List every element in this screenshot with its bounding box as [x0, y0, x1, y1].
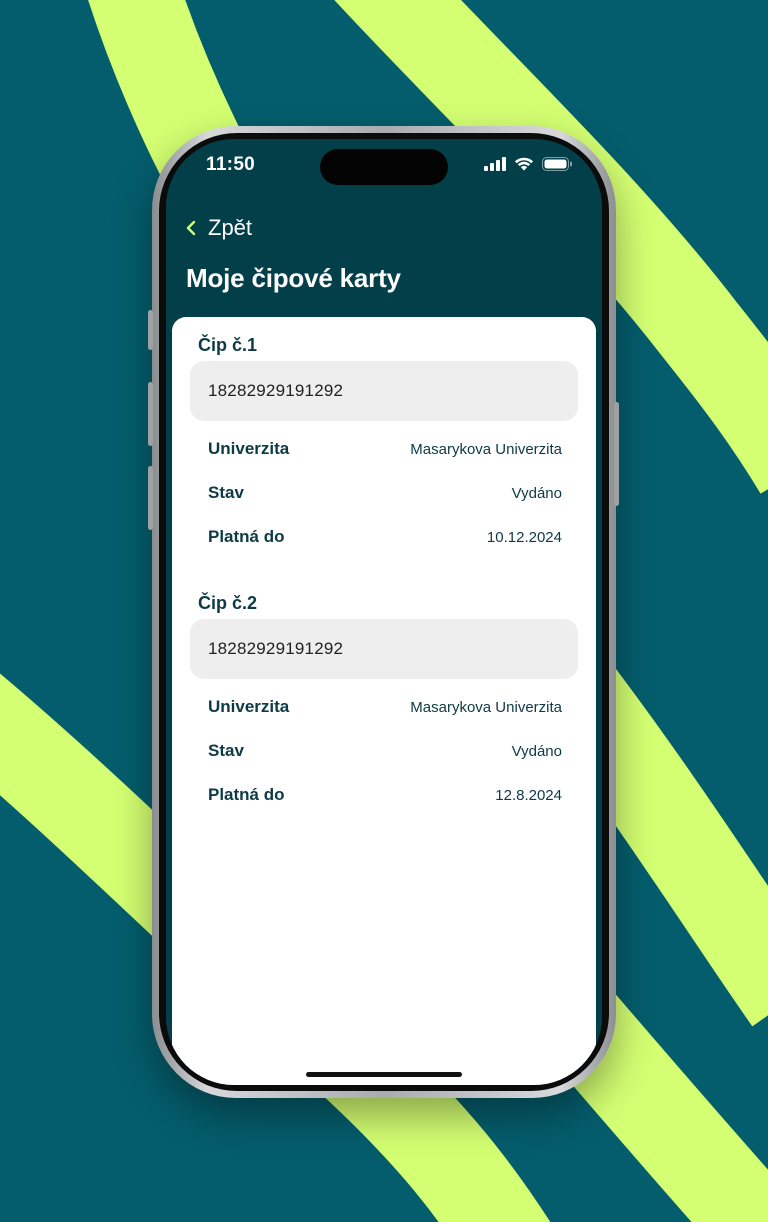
valid-until-value: 10.12.2024 [486, 528, 562, 546]
chip-1-university-row: Univerzita Masarykova Univerzita [208, 437, 562, 461]
chip-2-valid-until-row: Platná do 12.8.2024 [208, 783, 562, 807]
phone-volume-down-button [148, 466, 153, 530]
status-label: Stav [208, 483, 244, 502]
chip-2-heading: Čip č.2 [198, 593, 258, 613]
status-label: Stav [208, 741, 244, 760]
chip-2-status-row: Stav Vydáno [208, 739, 562, 763]
status-bar: 11:50 [166, 139, 602, 191]
dynamic-island [320, 149, 448, 185]
phone-screen: 11:50 Zpět Moje čipové karty Čip č.1 182… [166, 139, 602, 1085]
university-value: Masarykova Univerzita [410, 440, 562, 458]
university-label: Univerzita [208, 697, 290, 716]
university-value: Masarykova Univerzita [410, 698, 562, 716]
page-title: Moje čipové karty [186, 263, 401, 293]
chip-1-status-row: Stav Vydáno [208, 481, 562, 505]
home-indicator[interactable] [306, 1072, 462, 1077]
back-button[interactable]: Zpět [184, 215, 252, 241]
valid-until-label: Platná do [208, 527, 285, 546]
valid-until-value: 12.8.2024 [495, 786, 562, 804]
content-sheet: Čip č.1 18282929191292 Univerzita Masary… [172, 317, 596, 1085]
phone-power-button [614, 402, 619, 506]
back-label: Zpět [208, 215, 253, 240]
status-time: 11:50 [206, 154, 256, 175]
chevron-left-icon [186, 220, 196, 236]
chip-1-valid-until-row: Platná do 10.12.2024 [208, 525, 562, 549]
status-value: Vydáno [511, 484, 562, 502]
phone-action-button [148, 310, 153, 350]
status-value: Vydáno [511, 742, 562, 760]
phone-volume-up-button [148, 382, 153, 446]
cellular-signal-icon [484, 157, 506, 171]
valid-until-label: Platná do [208, 785, 285, 804]
chip-2-number-field[interactable]: 18282929191292 [190, 619, 578, 679]
chip-1-number-field[interactable]: 18282929191292 [190, 361, 578, 421]
chip-1-heading: Čip č.1 [198, 335, 258, 355]
battery-icon [542, 157, 572, 171]
status-icons [484, 156, 572, 172]
university-label: Univerzita [208, 439, 290, 458]
chip-2-university-row: Univerzita Masarykova Univerzita [208, 695, 562, 719]
wifi-icon [515, 157, 533, 171]
